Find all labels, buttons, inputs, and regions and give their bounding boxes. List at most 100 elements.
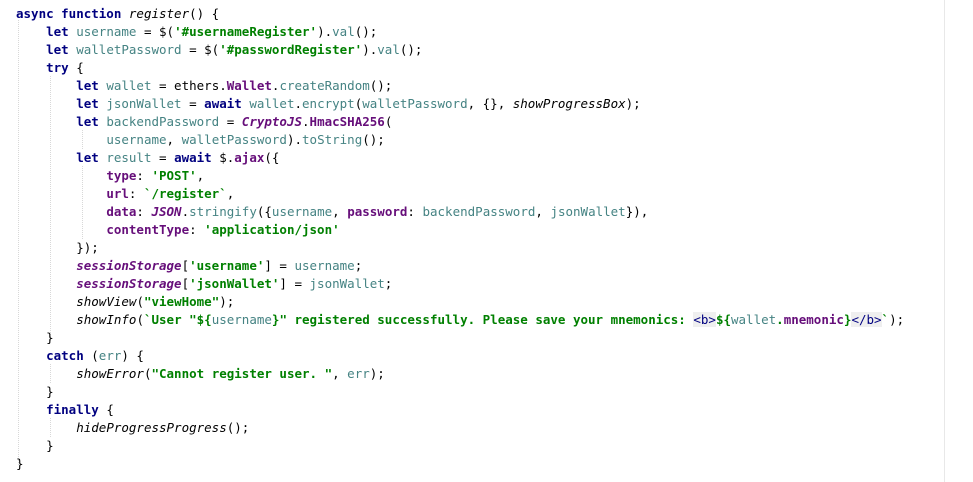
code-token: (); (226, 420, 250, 435)
code-token: let (76, 114, 107, 129)
code-token: [ (181, 276, 190, 291)
code-token: backendPassword (106, 114, 220, 129)
code-token: username (106, 132, 167, 147)
code-token: catch (46, 348, 92, 363)
code-token: , (196, 168, 205, 183)
code-line: async function register() { (16, 5, 219, 23)
code-token: type (106, 168, 137, 183)
code-token: } (46, 438, 54, 453)
code-line: let backendPassword = CryptoJS.HmacSHA25… (16, 113, 392, 131)
code-line: let username = $('#usernameRegister').va… (16, 23, 377, 41)
code-line: let walletPassword = $('#passwordRegiste… (16, 41, 422, 59)
code-token: mnemonic (783, 312, 844, 327)
code-token: = $( (181, 42, 220, 57)
code-token: . (181, 204, 190, 219)
code-token: username (211, 312, 272, 327)
code-token: err (347, 366, 370, 381)
code-token: CryptoJS (241, 114, 303, 129)
code-token: . (302, 114, 310, 129)
code-token: JSON (151, 204, 182, 219)
code-token: . (776, 312, 784, 327)
code-token: err (98, 348, 122, 363)
code-token: ). (362, 42, 378, 57)
code-token: "Cannot register user. " (151, 366, 333, 381)
code-line: type: 'POST', (16, 167, 204, 185)
code-token: ( (91, 348, 99, 363)
code-token: (); (369, 78, 393, 93)
code-line: finally { (16, 401, 114, 419)
code-token: walletPassword (181, 132, 287, 147)
code-token: </b> (851, 312, 882, 327)
code-token: ({ (264, 150, 280, 165)
code-token: ] = (279, 276, 310, 291)
code-token: } (46, 384, 54, 399)
code-editor[interactable]: async function register() { let username… (0, 0, 973, 482)
code-token: await (204, 96, 250, 111)
code-token: `/register` (143, 186, 227, 201)
code-token: "viewHome" (143, 294, 220, 309)
code-token: 'username' (189, 258, 265, 273)
code-token: showView (76, 294, 137, 309)
code-line: data: JSON.stringify({username, password… (16, 203, 648, 221)
code-token: : (189, 222, 205, 237)
code-token: () { (189, 6, 220, 21)
code-line: } (16, 383, 54, 401)
code-token: <b> (693, 312, 716, 327)
code-token: [ (181, 258, 190, 273)
code-token: = (219, 114, 242, 129)
code-token: }); (76, 240, 99, 255)
code-token: val (377, 42, 400, 57)
code-line: hideProgressProgress(); (16, 419, 249, 437)
code-token: , (332, 204, 348, 219)
code-token: showProgressBox (512, 96, 626, 111)
code-token: ; (354, 258, 363, 273)
code-token: 'jsonWallet' (189, 276, 280, 291)
code-line: username, walletPassword).toString(); (16, 131, 385, 149)
code-line: sessionStorage['jsonWallet'] = jsonWalle… (16, 275, 392, 293)
code-token: let (46, 42, 77, 57)
code-token: ). (286, 132, 303, 147)
code-token: = $( (136, 24, 175, 39)
code-token: ). (317, 24, 333, 39)
code-line: } (16, 437, 54, 455)
code-token: showInfo (76, 312, 137, 327)
code-token: result (106, 150, 152, 165)
code-token: showError (76, 366, 144, 381)
code-token: HmacSHA256 (309, 114, 385, 129)
code-token: let (76, 78, 107, 93)
code-line: try { (16, 59, 84, 77)
code-token: = (151, 150, 175, 165)
code-token: backendPassword (422, 204, 536, 219)
code-token: ${ (715, 312, 731, 327)
right-margin-guide (944, 0, 945, 482)
code-line: showInfo(`User "${username}" registered … (16, 311, 904, 329)
code-token: (); (362, 132, 385, 147)
code-token: , (332, 366, 348, 381)
code-token: ( (136, 312, 144, 327)
code-token: ; (384, 276, 393, 291)
code-token: username (76, 24, 137, 39)
code-token: : (407, 204, 423, 219)
code-token: } (16, 456, 24, 471)
code-token: sessionStorage (76, 276, 182, 291)
code-token: (); (399, 42, 423, 57)
code-token: let (76, 96, 107, 111)
code-token: , (226, 186, 235, 201)
code-token: 'application/json' (204, 222, 340, 237)
code-token: await (174, 150, 220, 165)
code-token: encrypt (302, 96, 355, 111)
code-line: } (16, 329, 54, 347)
code-token: hideProgressProgress (76, 420, 227, 435)
